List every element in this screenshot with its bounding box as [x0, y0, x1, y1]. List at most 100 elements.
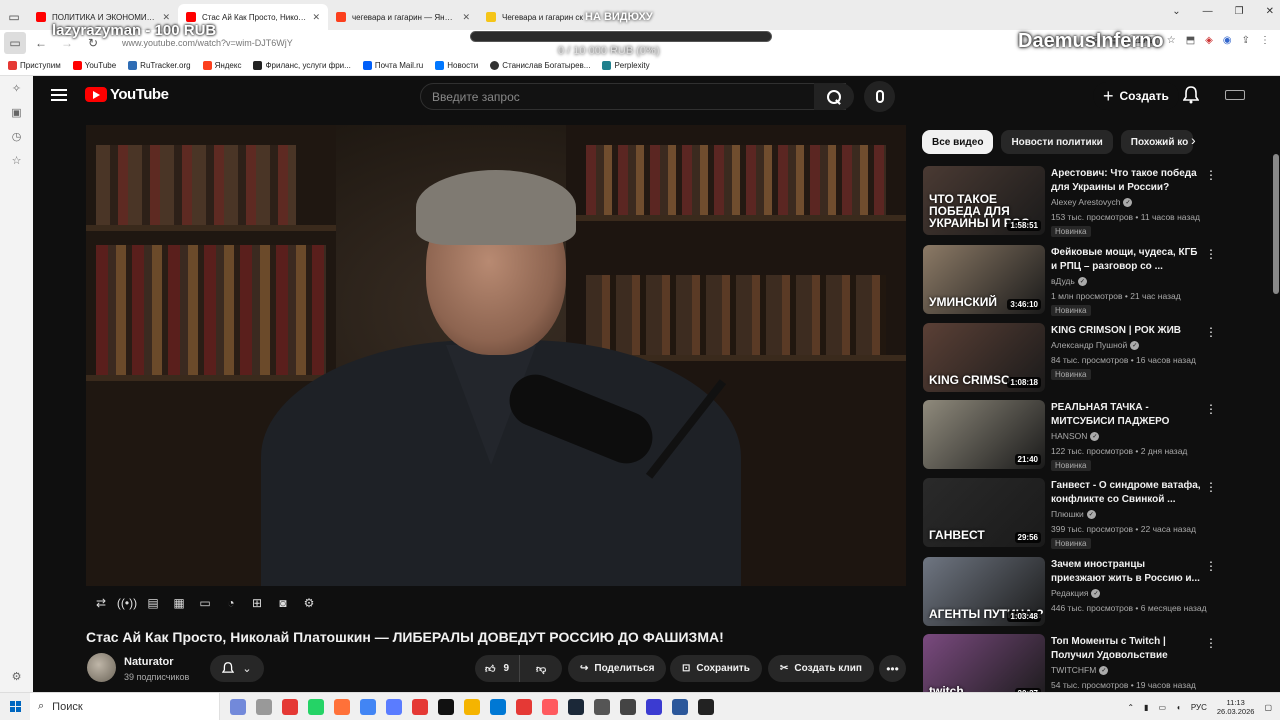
settings-icon[interactable]: ⚙	[0, 664, 33, 688]
more-vertical-icon[interactable]: ⋮	[1205, 247, 1217, 261]
taskbar-app-icon[interactable]	[672, 698, 688, 715]
favorites-icon[interactable]: ☆	[0, 148, 33, 172]
scrollbar-thumb[interactable]	[1273, 154, 1279, 294]
bookmark-item[interactable]: Почта Mail.ru	[362, 61, 423, 70]
bookmark-item[interactable]: Новости	[435, 61, 478, 70]
video-thumbnail[interactable]: УМИНСКИЙ 3:46:10	[923, 245, 1045, 314]
ai-assistant-icon[interactable]: ✧	[0, 76, 33, 100]
bookmark-item[interactable]: Станислав Богатырев...	[490, 61, 590, 70]
windows-start-icon[interactable]	[0, 693, 30, 720]
close-tab-icon[interactable]: ✕	[162, 12, 170, 23]
extensions-icon[interactable]: ⬒	[1186, 35, 1195, 46]
share-button[interactable]: ↪ Поделиться	[568, 655, 667, 682]
close-window-icon[interactable]: ✕	[1266, 6, 1274, 17]
taskbar-app-icon[interactable]	[308, 698, 324, 715]
search-button[interactable]	[814, 83, 854, 110]
channel-avatar[interactable]	[87, 653, 116, 682]
video-thumbnail[interactable]: ЧТО ТАКОЕ ПОБЕДА ДЛЯ УКРАИНЫ И РОС 1:58:5…	[923, 166, 1045, 235]
hamburger-menu-icon[interactable]	[51, 87, 67, 103]
close-tab-icon[interactable]: ✕	[312, 12, 320, 23]
recommendation-title[interactable]: Топ Моменты с Twitch | Получил Удовольст…	[1051, 635, 1201, 662]
recommendation-item[interactable]: ГАНВЕСТ 29:56 Ганвест - О синдроме ватафа,…	[923, 478, 1223, 550]
more-vertical-icon[interactable]: ⋮	[1205, 168, 1217, 182]
sidebar-toggle-icon[interactable]: ▭	[4, 32, 26, 54]
recommendation-item[interactable]: KING CRIMSO 1:08:18 KING CRIMSON | РОК ЖИВ…	[923, 323, 1223, 395]
page-scrollbar[interactable]	[1272, 76, 1280, 692]
voice-search-button[interactable]	[864, 81, 895, 112]
more-vertical-icon[interactable]: ⋮	[1205, 402, 1217, 416]
video-thumbnail[interactable]: АГЕНТЫ ПУТИНА ? 1:03:48	[923, 557, 1045, 626]
video-thumbnail[interactable]: twitch20:27	[923, 634, 1045, 692]
picture-in-picture-icon[interactable]: ▭	[195, 593, 215, 613]
taskbar-app-icon[interactable]	[256, 698, 272, 715]
taskbar-app-icon[interactable]	[230, 698, 246, 715]
chip-all[interactable]: Все видео	[922, 130, 994, 154]
chevron-right-icon[interactable]: ›	[1191, 132, 1196, 148]
clock[interactable]: 11:13 26.03.2026	[1217, 698, 1255, 716]
taskbar-app-icon[interactable]	[334, 698, 350, 715]
channel-name[interactable]: Naturator	[124, 656, 174, 668]
recommendation-item[interactable]: twitch20:27Топ Моменты с Twitch | Получи…	[923, 634, 1223, 692]
browser-menu-icon[interactable]: ⋮	[1260, 35, 1270, 46]
recommendation-channel[interactable]: Редакция ✓	[1051, 588, 1101, 598]
chevron-up-icon[interactable]: ⌃	[1127, 703, 1134, 712]
account-avatar[interactable]	[1225, 90, 1245, 100]
collections-icon[interactable]: ▣	[0, 100, 33, 124]
broadcast-icon[interactable]: ((•))	[117, 593, 137, 613]
url-field[interactable]: www.youtube.com/watch?v=wim-DJT6WjY	[122, 38, 293, 48]
close-tab-icon[interactable]: ✕	[462, 12, 470, 23]
restore-icon[interactable]: ❐	[1235, 6, 1244, 17]
notifications-bell-icon[interactable]	[1183, 86, 1199, 104]
taskbar-app-icon[interactable]	[490, 698, 506, 715]
taskbar-app-icon[interactable]	[620, 698, 636, 715]
subscription-bell-button[interactable]: ⌄	[210, 655, 264, 682]
more-vertical-icon[interactable]: ⋮	[1205, 559, 1217, 573]
shield-icon[interactable]: ◈	[1205, 35, 1213, 46]
video-thumbnail[interactable]: 21:40	[923, 400, 1045, 469]
tabs-menu-icon[interactable]: ▭	[0, 4, 28, 30]
taskbar-app-icon[interactable]	[542, 698, 558, 715]
taskbar-app-icon[interactable]	[646, 698, 662, 715]
browser-tab[interactable]: чегевара и гагарин — Яндекс ✕	[328, 4, 478, 30]
bookmark-item[interactable]: RuTracker.org	[128, 61, 191, 70]
dislike-button[interactable]: 👎︎	[526, 663, 556, 675]
network-icon[interactable]: ▭	[1158, 703, 1166, 712]
recommendation-channel[interactable]: Плюшки ✓	[1051, 509, 1096, 519]
taskbar-app-icon[interactable]	[698, 698, 714, 715]
recommendation-title[interactable]: Фейковые мощи, чудеса, КГБ и РПЦ – разго…	[1051, 246, 1201, 273]
film-icon[interactable]: ▦	[169, 593, 189, 613]
bookmark-item[interactable]: Приступим	[8, 61, 61, 70]
back-icon[interactable]: ←	[30, 32, 52, 54]
video-player[interactable]	[86, 125, 906, 586]
taskbar-search[interactable]: ⌕ Поиск	[30, 692, 220, 720]
bookmark-item[interactable]: Perplexity	[602, 61, 650, 70]
more-actions-button[interactable]: •••	[879, 655, 906, 682]
recommendation-channel[interactable]: HANSON ✓	[1051, 431, 1100, 441]
taskbar-app-icon[interactable]	[438, 698, 454, 715]
taskbar-app-icon[interactable]	[360, 698, 376, 715]
recommendation-item[interactable]: АГЕНТЫ ПУТИНА ? 1:03:48 Зачем иностранцы п…	[923, 557, 1223, 629]
taskbar-app-icon[interactable]	[412, 698, 428, 715]
bookmark-item[interactable]: Яндекс	[202, 61, 241, 70]
more-vertical-icon[interactable]: ⋮	[1205, 325, 1217, 339]
recommendation-channel[interactable]: Alexey Arestovych ✓	[1051, 197, 1133, 207]
gear-icon[interactable]: ⚙	[299, 593, 319, 613]
notifications-icon[interactable]: ▢	[1264, 703, 1272, 712]
share-page-icon[interactable]: ⇪	[1242, 35, 1250, 46]
video-thumbnail[interactable]: ГАНВЕСТ 29:56	[923, 478, 1045, 547]
chip-similar[interactable]: Похожий ко	[1120, 130, 1193, 154]
youtube-logo[interactable]: YouTube	[85, 86, 169, 103]
create-clip-button[interactable]: ✂ Создать клип	[768, 655, 874, 682]
recommendation-item[interactable]: ЧТО ТАКОЕ ПОБЕДА ДЛЯ УКРАИНЫ И РОС 1:58:5…	[923, 166, 1223, 238]
recommendation-channel[interactable]: TWITCHFM ✓	[1051, 665, 1109, 675]
chip-politics-news[interactable]: Новости политики	[1001, 130, 1113, 154]
video-thumbnail[interactable]: KING CRIMSO 1:08:18	[923, 323, 1045, 392]
bookmark-star-icon[interactable]: ☆	[1167, 35, 1176, 46]
more-vertical-icon[interactable]: ⋮	[1205, 480, 1217, 494]
camera-icon[interactable]: ◙	[273, 593, 293, 613]
minimize-icon[interactable]: —	[1203, 6, 1213, 17]
chevron-down-icon[interactable]: ⌄	[1172, 6, 1180, 17]
recommendation-title[interactable]: Арестович: Что такое победа для Украины …	[1051, 167, 1201, 194]
recommendation-title[interactable]: Зачем иностранцы приезжают жить в Россию…	[1051, 558, 1201, 585]
recommendation-item[interactable]: 21:40 РЕАЛЬНАЯ ТАЧКА - МИТСУБИСИ ПАДЖЕРО H…	[923, 400, 1223, 472]
